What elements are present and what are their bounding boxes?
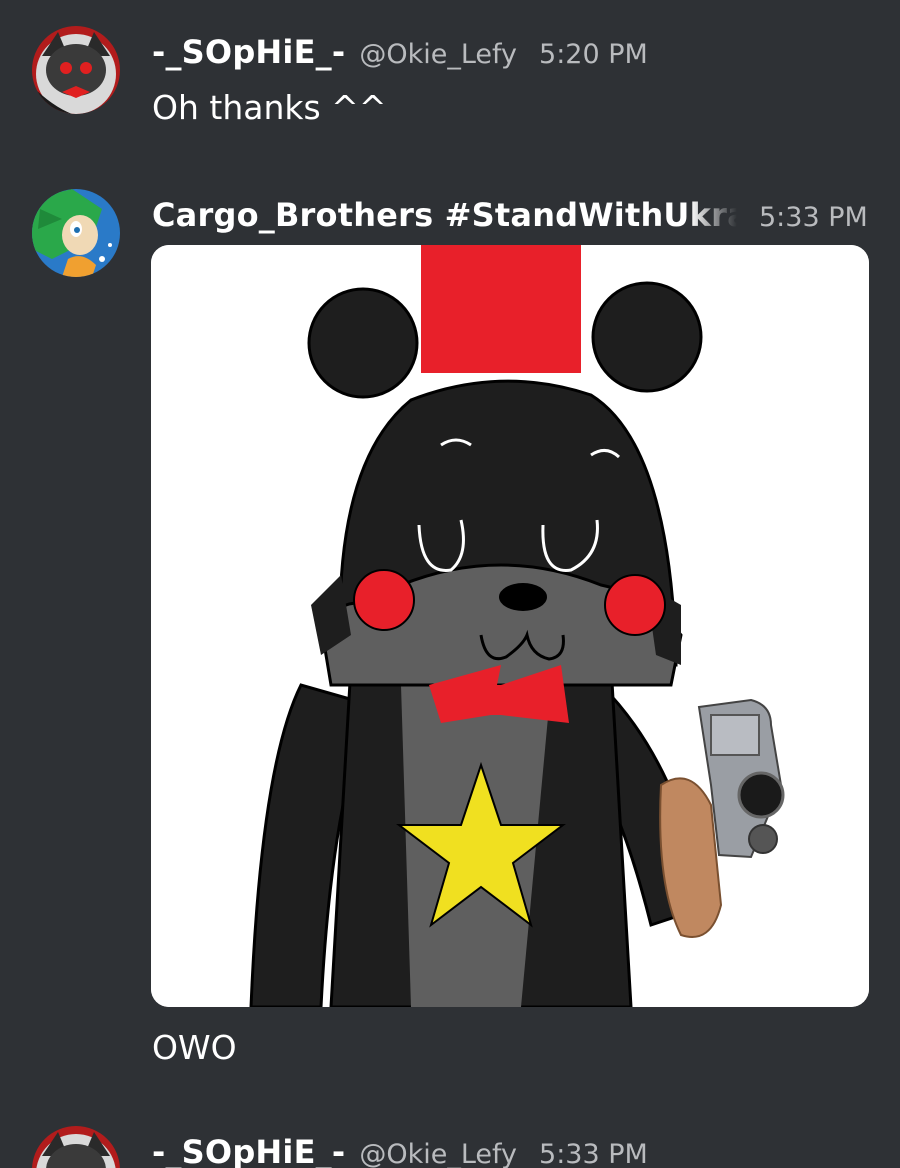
user-avatar[interactable] [32, 1126, 120, 1168]
username[interactable]: -_SOpHiE_- [152, 33, 345, 71]
message-item[interactable]: -_SOpHiE_- @Okie_Lefy 5:20 PM Oh thanks … [0, 0, 900, 170]
timestamp: 5:33 PM [759, 202, 868, 233]
message-text: Oh thanks ^^ [152, 88, 387, 127]
username[interactable]: Cargo_Brothers #StandWithUkraine [152, 196, 737, 234]
user-handle: @Okie_Lefy [359, 1139, 518, 1168]
timestamp: 5:33 PM [539, 1139, 648, 1168]
timestamp: 5:20 PM [539, 39, 648, 70]
user-handle: @Okie_Lefy [359, 39, 518, 70]
message-item[interactable]: -_SOpHiE_- @Okie_Lefy 5:33 PM [0, 1100, 900, 1168]
green-hedgehog-avatar-icon [32, 189, 120, 277]
user-avatar[interactable] [32, 26, 120, 114]
bear-with-gun-drawing-icon [151, 245, 869, 1007]
message-text: OWO [152, 1028, 237, 1067]
message-item[interactable]: Cargo_Brothers #StandWithUkraine 5:33 PM [0, 170, 900, 1100]
sophie-avatar-icon [32, 1126, 120, 1168]
sophie-avatar-icon [32, 26, 120, 114]
user-avatar[interactable] [32, 189, 120, 277]
username[interactable]: -_SOpHiE_- [152, 1133, 345, 1168]
image-attachment[interactable] [151, 245, 869, 1007]
chat-log: -_SOpHiE_- @Okie_Lefy 5:20 PM Oh thanks … [0, 0, 900, 1168]
